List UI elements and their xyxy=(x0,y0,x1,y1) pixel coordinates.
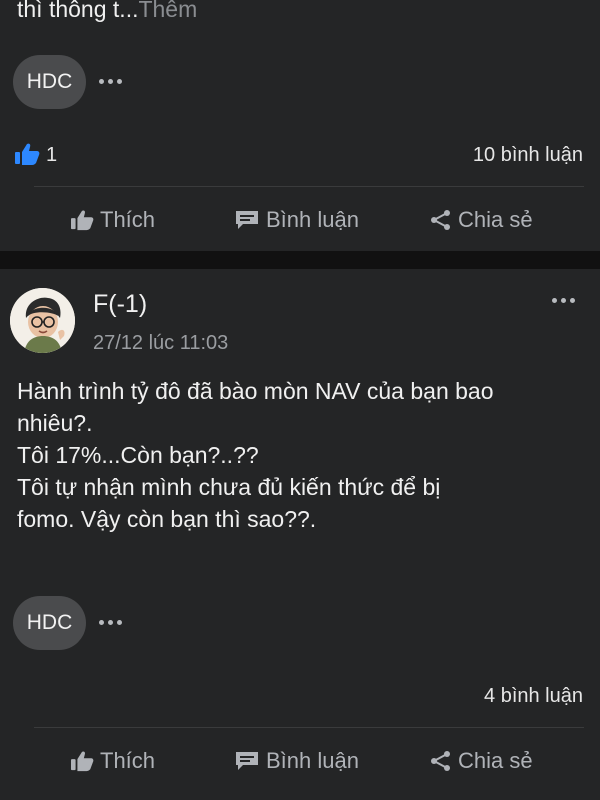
share-button[interactable]: Chia sẻ xyxy=(430,207,533,233)
post-line: nhiêu?. xyxy=(17,410,93,436)
like-label: Thích xyxy=(100,748,156,773)
share-label: Chia sẻ xyxy=(458,207,533,232)
post-card: thì thông t...Thêm HDC 1 10 bình luận Th… xyxy=(0,0,600,251)
more-options-icon[interactable] xyxy=(99,79,122,84)
post-text: thì thông t... xyxy=(17,0,139,22)
comment-count[interactable]: 10 bình luận xyxy=(473,144,583,167)
post-line: Tôi tự nhận mình chưa đủ kiến thức để bị xyxy=(17,474,441,500)
comment-button[interactable]: Bình luận xyxy=(234,207,359,233)
like-button[interactable]: Thích xyxy=(70,207,155,233)
divider xyxy=(34,727,584,728)
like-count[interactable]: 1 xyxy=(46,144,57,167)
like-label: Thích xyxy=(100,207,156,232)
hashtag-chip[interactable]: HDC xyxy=(13,596,86,650)
more-options-icon[interactable] xyxy=(552,298,575,303)
post-text-snippet: thì thông t...Thêm xyxy=(17,0,197,23)
post-body: Hành trình tỷ đô đã bào mòn NAV của bạn … xyxy=(17,375,587,535)
author-name[interactable]: F(-1) xyxy=(93,290,147,319)
share-label: Chia sẻ xyxy=(458,748,533,773)
comment-button[interactable]: Bình luận xyxy=(234,748,359,774)
post-line: Tôi 17%...Còn bạn?..?? xyxy=(17,442,259,468)
more-options-icon[interactable] xyxy=(99,620,122,625)
like-blue-icon xyxy=(14,142,40,171)
thumbs-up-icon xyxy=(71,210,94,231)
share-icon xyxy=(431,751,450,771)
comment-icon xyxy=(236,211,258,229)
post-line: Hành trình tỷ đô đã bào mòn NAV của bạn … xyxy=(17,378,494,404)
comment-count[interactable]: 4 bình luận xyxy=(484,685,583,708)
like-button[interactable]: Thích xyxy=(70,748,155,774)
share-icon xyxy=(431,210,450,230)
see-more-link[interactable]: Thêm xyxy=(138,0,197,22)
comment-label: Bình luận xyxy=(266,207,359,232)
comment-label: Bình luận xyxy=(266,748,359,773)
post-line: fomo. Vậy còn bạn thì sao??. xyxy=(17,506,317,532)
post-timestamp: 27/12 lúc 11:03 xyxy=(93,332,229,354)
divider xyxy=(34,186,584,187)
hashtag-chip[interactable]: HDC xyxy=(13,55,86,109)
comment-icon xyxy=(236,752,258,770)
avatar[interactable] xyxy=(10,288,75,353)
thumbs-up-icon xyxy=(71,751,94,772)
share-button[interactable]: Chia sẻ xyxy=(430,748,533,774)
